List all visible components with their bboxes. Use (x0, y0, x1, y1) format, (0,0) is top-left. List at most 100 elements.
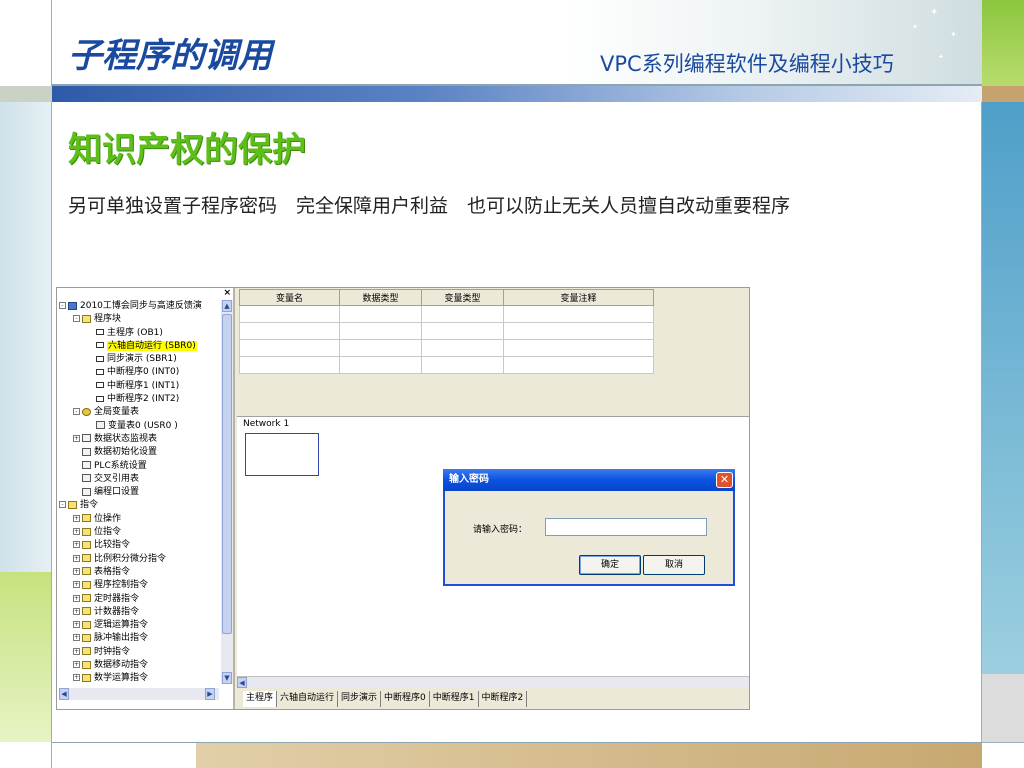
folder-icon (82, 554, 91, 563)
editor-horizontal-scrollbar[interactable]: ◀ (237, 676, 749, 688)
tree-item[interactable]: 交叉引用表 (59, 473, 223, 486)
tree-horizontal-scrollbar[interactable]: ◀ ▶ (59, 688, 219, 700)
tree-item[interactable]: + 程序控制指令 (59, 579, 223, 592)
expand-icon[interactable]: + (73, 581, 80, 589)
password-label: 请输入密码： (473, 525, 528, 535)
expand-icon[interactable]: + (73, 514, 80, 522)
document-icon (82, 461, 91, 470)
expand-icon[interactable]: + (73, 554, 80, 562)
table-row[interactable] (239, 356, 654, 374)
table-cell[interactable] (503, 339, 654, 357)
program-tab[interactable]: 中断程序2 (478, 691, 528, 707)
tree-item[interactable]: + 逻辑运算指令 (59, 619, 223, 632)
network-cursor-box[interactable] (245, 433, 319, 476)
tree-item[interactable]: - 指令 (59, 499, 223, 512)
tree-item[interactable]: - 全局变量表 (59, 406, 223, 419)
tree-item[interactable]: + 表格指令 (59, 566, 223, 579)
expand-icon[interactable]: + (73, 594, 80, 602)
tree-item[interactable]: - 2010工博会同步与高速反馈演 (59, 300, 223, 313)
tree-item[interactable]: 数据初始化设置 (59, 446, 223, 459)
table-cell[interactable] (339, 322, 422, 340)
tree-item[interactable]: + 数据状态监视表 (59, 433, 223, 446)
expand-icon[interactable]: + (73, 567, 80, 575)
expand-icon[interactable]: + (73, 621, 80, 629)
ok-button[interactable]: 确定 (579, 555, 641, 575)
tree-item[interactable]: - 程序块 (59, 313, 223, 326)
program-tab[interactable]: 六轴自动运行 (277, 691, 339, 707)
scroll-up-icon[interactable]: ▲ (222, 300, 232, 312)
table-cell[interactable] (421, 305, 504, 323)
tree-item[interactable]: 中断程序1 (INT1) (59, 380, 223, 393)
scroll-down-icon[interactable]: ▼ (222, 672, 232, 684)
collapse-icon[interactable]: - (73, 315, 80, 323)
tree-item[interactable]: + 时钟指令 (59, 646, 223, 659)
close-icon[interactable]: ✕ (716, 472, 733, 488)
expand-icon[interactable]: + (73, 634, 80, 642)
table-cell[interactable] (339, 356, 422, 374)
password-input[interactable] (545, 518, 707, 536)
column-header[interactable]: 变量类型 (421, 289, 504, 306)
expand-icon[interactable]: + (73, 541, 80, 549)
table-cell[interactable] (239, 305, 340, 323)
column-header[interactable]: 数据类型 (339, 289, 422, 306)
table-cell[interactable] (421, 356, 504, 374)
expand-icon[interactable]: + (73, 434, 80, 442)
expand-icon[interactable]: + (73, 607, 80, 615)
table-cell[interactable] (339, 339, 422, 357)
collapse-icon[interactable]: - (73, 408, 80, 416)
tree-item[interactable]: 变量表0 (USR0 ) (59, 420, 223, 433)
expand-icon[interactable]: + (73, 674, 80, 682)
table-cell[interactable] (503, 305, 654, 323)
tree-item[interactable]: 编程口设置 (59, 486, 223, 499)
table-cell[interactable] (421, 322, 504, 340)
tree-item[interactable]: 同步演示 (SBR1) (59, 353, 223, 366)
right-column-bottom (982, 742, 1024, 768)
table-cell[interactable] (503, 356, 654, 374)
table-row[interactable] (239, 322, 654, 340)
program-tab[interactable]: 中断程序0 (381, 691, 430, 707)
tree-item[interactable]: 中断程序0 (INT0) (59, 366, 223, 379)
table-cell[interactable] (239, 356, 340, 374)
right-column-blue (982, 102, 1024, 674)
tree-item[interactable]: + 数据移动指令 (59, 659, 223, 672)
column-header[interactable]: 变量名 (239, 289, 340, 306)
tree-item[interactable]: PLC系统设置 (59, 460, 223, 473)
program-tab[interactable]: 同步演示 (338, 691, 382, 707)
expand-icon[interactable]: + (73, 528, 80, 536)
sparkle-icon: ✦ (950, 30, 957, 39)
expand-icon[interactable]: + (73, 661, 80, 669)
collapse-icon[interactable]: - (59, 302, 66, 309)
close-icon[interactable]: × (223, 288, 231, 298)
scroll-left-icon[interactable]: ◀ (237, 677, 247, 688)
tree-item[interactable]: + 比较指令 (59, 539, 223, 552)
table-cell[interactable] (239, 322, 340, 340)
column-header[interactable]: 变量注释 (503, 289, 654, 306)
left-column-top (0, 0, 52, 86)
table-cell[interactable] (421, 339, 504, 357)
tree-vertical-scrollbar[interactable]: ▲ ▼ (221, 300, 233, 684)
table-cell[interactable] (339, 305, 422, 323)
tree-item[interactable]: + 定时器指令 (59, 593, 223, 606)
table-row[interactable] (239, 305, 654, 323)
cancel-button[interactable]: 取消 (643, 555, 705, 575)
table-cell[interactable] (503, 322, 654, 340)
tree-item[interactable]: + 位操作 (59, 513, 223, 526)
program-tab[interactable]: 中断程序1 (429, 691, 479, 707)
tree-item[interactable]: 六轴自动运行 (SBR0) (59, 340, 223, 353)
scroll-right-icon[interactable]: ▶ (205, 688, 215, 700)
scroll-thumb[interactable] (222, 314, 232, 634)
tree-item[interactable]: + 数学运算指令 (59, 672, 223, 685)
table-row[interactable] (239, 339, 654, 357)
collapse-icon[interactable]: - (59, 501, 66, 509)
tree-item[interactable]: 中断程序2 (INT2) (59, 393, 223, 406)
tree-item[interactable]: + 脉冲输出指令 (59, 632, 223, 645)
footer-left (52, 742, 196, 768)
expand-icon[interactable]: + (73, 647, 80, 655)
program-tab[interactable]: 主程序 (243, 691, 278, 707)
tree-item[interactable]: + 计数器指令 (59, 606, 223, 619)
table-cell[interactable] (239, 339, 340, 357)
tree-item[interactable]: + 位指令 (59, 526, 223, 539)
scroll-left-icon[interactable]: ◀ (59, 688, 69, 700)
tree-item[interactable]: 主程序 (OB1) (59, 327, 223, 340)
tree-item[interactable]: + 比例积分微分指令 (59, 553, 223, 566)
